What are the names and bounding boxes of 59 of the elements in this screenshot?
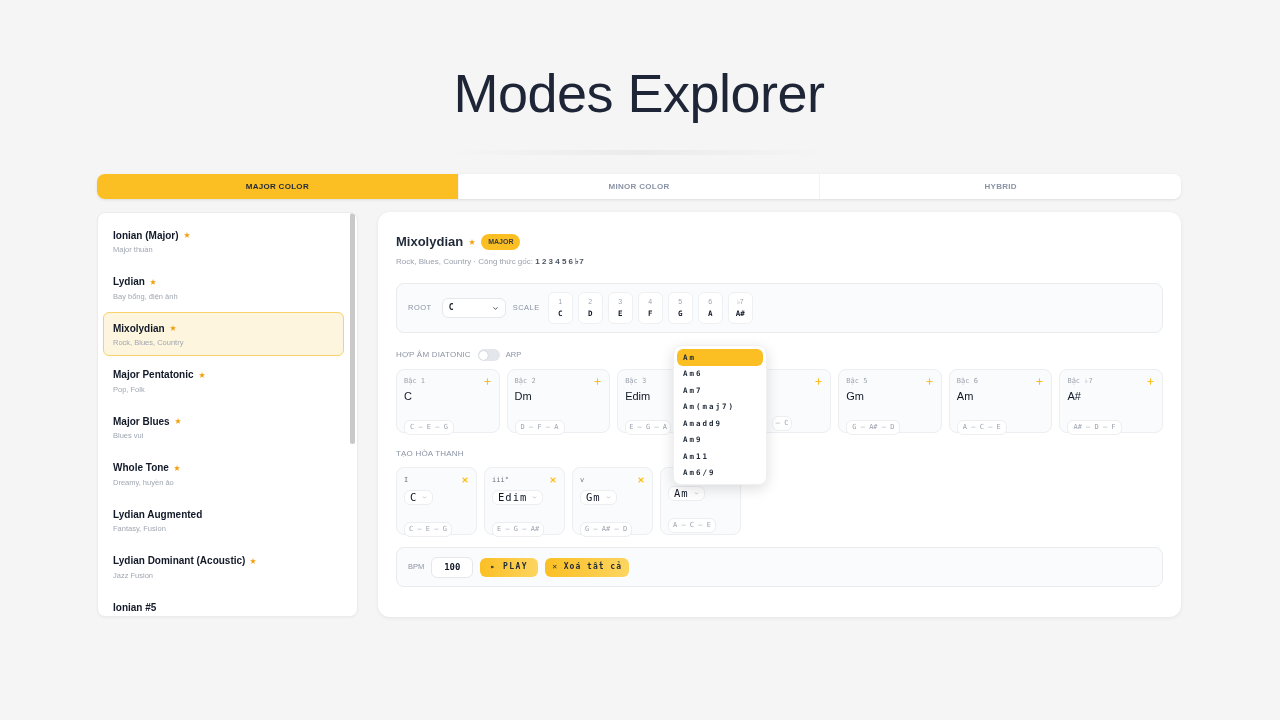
add-chord-button[interactable] (1035, 377, 1045, 386)
chord-name: A# (1067, 389, 1081, 403)
chevron-down-icon (491, 304, 499, 312)
close-icon (461, 476, 469, 484)
chord-select-value: Edim (498, 489, 528, 505)
add-chord-button[interactable] (1146, 377, 1155, 386)
root-select[interactable]: C (441, 298, 506, 318)
chevron-down-icon (422, 495, 428, 500)
plus-icon (593, 377, 603, 386)
mode-name: Mixolydian (113, 321, 165, 336)
mode-name: Lydian (113, 275, 145, 289)
mode-name: Major Pentatonic (113, 368, 194, 382)
remove-chord-button[interactable] (549, 476, 557, 484)
chord-select[interactable]: Edim (492, 490, 544, 505)
arp-toggle[interactable] (477, 349, 500, 361)
mode-name: Ionian (Major) (113, 228, 179, 243)
mode-name: Lydian Dominant (Acoustic) (113, 554, 246, 568)
add-chord-button[interactable] (593, 377, 603, 386)
mode-name: Whole Tone (113, 461, 169, 475)
chevron-down-icon (693, 491, 699, 496)
chord-select[interactable]: Am (668, 486, 705, 501)
tab[interactable]: MAJOR COLOR (97, 174, 458, 199)
mode-name: Lydian Augmented (113, 507, 203, 522)
close-icon (637, 476, 645, 484)
plus-icon (924, 377, 934, 386)
mode-name: Ionian #5 (113, 600, 157, 615)
clear-all-button[interactable]: ✕ Xoá tất cả (545, 557, 629, 577)
chord-select-value: Gm (586, 489, 601, 505)
mode-description: Rock, Blues, Country · Công thức gốc: 1 2 3 4 5 6 ♭7 (396, 256, 584, 267)
plus-icon (482, 377, 492, 386)
chord-select-value: Am (674, 485, 689, 501)
plus-icon (814, 377, 824, 386)
root-value: C (448, 302, 454, 314)
mode-list-item[interactable]: Ionian #5 (103, 591, 344, 616)
add-chord-button[interactable] (814, 377, 824, 386)
section-label: TẠO HÒA THANH (396, 449, 464, 459)
scrollbar-thumb[interactable] (350, 213, 355, 444)
chevron-down-icon (532, 495, 538, 500)
bpm-input[interactable]: 100 (431, 556, 474, 578)
chord-name: Gm (846, 389, 864, 403)
mode-name: Major Blues (113, 414, 170, 429)
remove-chord-button[interactable] (637, 476, 645, 484)
chord-select[interactable]: C (404, 490, 434, 505)
add-chord-button[interactable] (482, 377, 492, 386)
remove-chord-button[interactable] (461, 476, 469, 484)
close-icon (549, 476, 557, 484)
section-label: HỢP ÂM DIATONIC (396, 349, 471, 361)
chord-select[interactable]: Gm (580, 490, 617, 505)
chord-name: C (404, 389, 412, 403)
chevron-down-icon (605, 495, 611, 500)
plus-icon (1035, 377, 1045, 386)
plus-icon (1146, 377, 1155, 386)
chord-name: Edim (625, 389, 651, 403)
mode-title: Mixolydian (396, 233, 464, 252)
play-button[interactable]: ▸ PLAY (480, 557, 539, 577)
chord-name: Am (956, 389, 974, 403)
chord-select-value: C (410, 489, 418, 505)
add-chord-button[interactable] (924, 377, 934, 386)
chord-name: Dm (514, 389, 532, 403)
